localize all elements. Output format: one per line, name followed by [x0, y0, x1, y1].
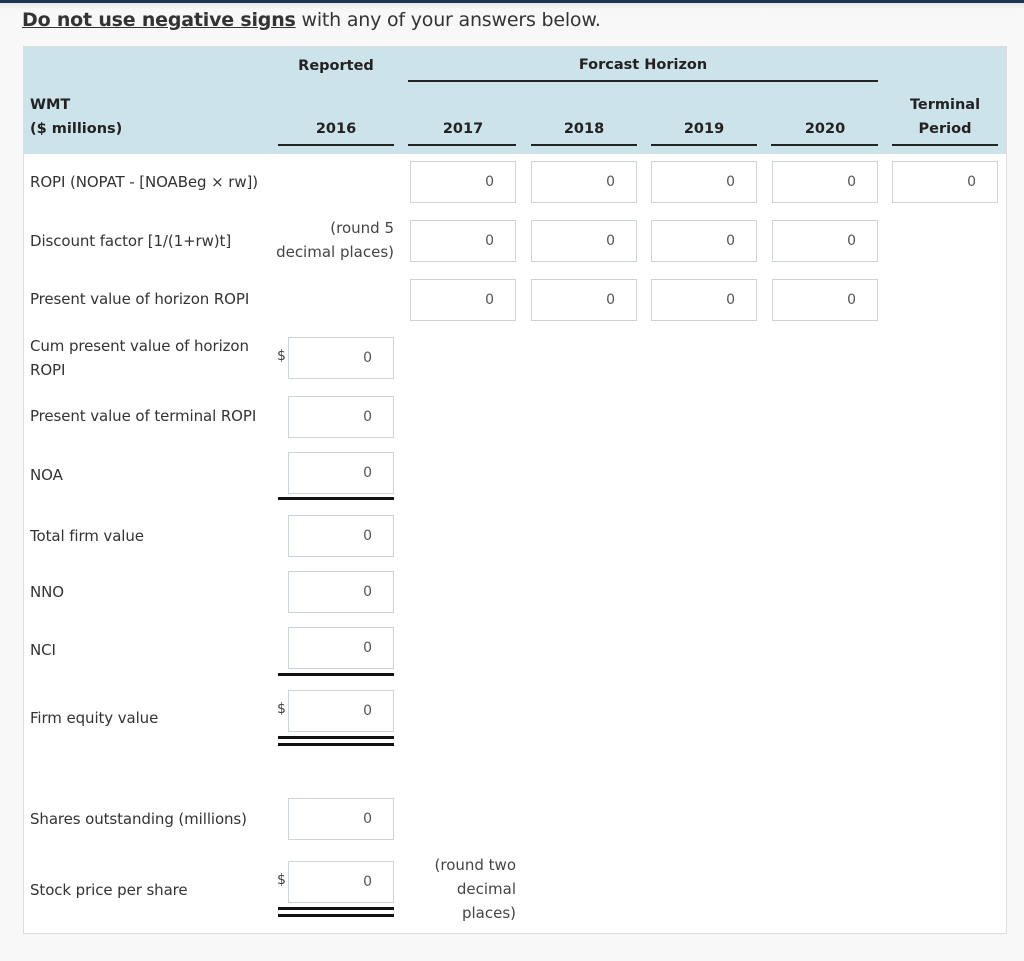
col-header-2020: 2020 — [804, 121, 846, 137]
cum-pv-label-line1: Cum present value of horizon — [30, 337, 249, 355]
price-double-underline-bottom — [278, 914, 394, 917]
noa-label: NOA — [30, 466, 63, 484]
col-header-2019: 2019 — [683, 121, 725, 137]
shares-outstanding-label: Shares outstanding (millions) — [30, 810, 247, 828]
stock-price-input[interactable] — [288, 861, 394, 903]
reported-group-header: Reported — [298, 58, 374, 74]
col-rule-terminal — [892, 144, 998, 146]
shares-outstanding-input[interactable] — [288, 798, 394, 840]
cum-pv-label-line2: ROPI — [30, 361, 66, 379]
noa-underline — [278, 497, 394, 500]
ropi-2018-input[interactable] — [531, 161, 637, 203]
col-rule-2019 — [651, 144, 757, 146]
pv-terminal-label: Present value of terminal ROPI — [30, 407, 257, 425]
discount-note-line2: decimal places) — [276, 243, 394, 261]
instruction-text: Do not use negative signs with any of yo… — [22, 9, 601, 31]
col-header-2016: 2016 — [315, 121, 357, 137]
ropi-2017-input[interactable] — [410, 161, 516, 203]
price-note-line3: places) — [461, 904, 516, 922]
forecast-group-rule — [408, 80, 878, 82]
ropi-2019-input[interactable] — [651, 161, 757, 203]
col-rule-2020 — [771, 144, 878, 146]
discount-2019-input[interactable] — [651, 220, 757, 262]
price-currency: $ — [277, 872, 286, 888]
nci-label: NCI — [30, 641, 56, 659]
ropi-terminal-input[interactable] — [892, 161, 998, 203]
discount-factor-label: Discount factor [1/(1+rw)t] — [30, 232, 232, 250]
price-note-line1: (round two — [434, 856, 517, 874]
col-rule-2017 — [408, 144, 516, 146]
pv-horizon-2020-input[interactable] — [772, 279, 878, 321]
company-header: WMT — [30, 97, 71, 113]
ropi-label: ROPI (NOPAT - [NOABeg × rw]) — [30, 173, 259, 191]
units-header: ($ millions) — [30, 121, 123, 137]
nci-input[interactable] — [288, 627, 394, 669]
pv-horizon-2018-input[interactable] — [531, 279, 637, 321]
nno-label: NNO — [30, 583, 64, 601]
firm-equity-value-input[interactable] — [288, 690, 394, 732]
total-firm-value-label: Total firm value — [30, 527, 144, 545]
equity-double-underline-bottom — [278, 743, 394, 746]
stock-price-label: Stock price per share — [30, 881, 188, 899]
nno-input[interactable] — [288, 571, 394, 613]
nci-underline — [278, 673, 394, 676]
pv-terminal-input[interactable] — [288, 396, 394, 438]
col-header-terminal-line2: Period — [918, 121, 972, 137]
price-double-underline-top — [278, 907, 394, 910]
pv-horizon-2017-input[interactable] — [410, 279, 516, 321]
discount-note-line1: (round 5 — [330, 219, 394, 237]
col-rule-2016 — [278, 144, 394, 146]
pv-horizon-ropi-label: Present value of horizon ROPI — [30, 290, 250, 308]
instruction-rest: with any of your answers below. — [295, 9, 601, 31]
discount-2017-input[interactable] — [410, 220, 516, 262]
equity-double-underline-top — [278, 736, 394, 739]
col-header-2017: 2017 — [442, 121, 484, 137]
pv-horizon-2019-input[interactable] — [651, 279, 757, 321]
col-header-terminal-line1: Terminal — [909, 97, 981, 113]
noa-input[interactable] — [288, 452, 394, 494]
ropi-2020-input[interactable] — [772, 161, 878, 203]
col-rule-2018 — [531, 144, 637, 146]
instruction-emphasis: Do not use negative signs — [22, 9, 296, 31]
price-note-line2: decimal — [456, 880, 516, 898]
cum-pv-input[interactable] — [288, 337, 394, 379]
discount-2018-input[interactable] — [531, 220, 637, 262]
cum-pv-currency: $ — [277, 348, 286, 364]
equity-currency: $ — [277, 701, 286, 717]
forecast-group-header: Forcast Horizon — [578, 57, 708, 73]
firm-equity-value-label: Firm equity value — [30, 709, 159, 727]
total-firm-value-input[interactable] — [288, 515, 394, 557]
discount-2020-input[interactable] — [772, 220, 878, 262]
col-header-2018: 2018 — [563, 121, 605, 137]
